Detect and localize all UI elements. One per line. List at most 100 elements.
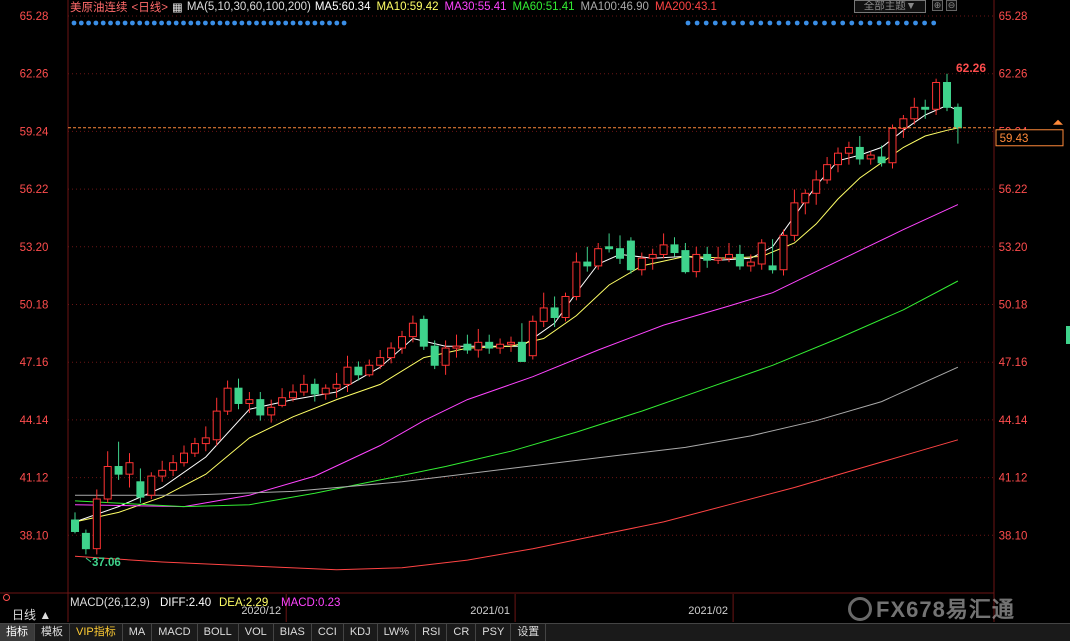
marker-dot-62	[904, 20, 909, 26]
ma-values: MA5:60.34 MA10:59.42 MA30:55.41 MA60:51.41 M…	[315, 1, 717, 13]
tab-10[interactable]: LW%	[378, 624, 417, 641]
marker-dot-1	[78, 20, 84, 26]
marker-dot-32	[305, 20, 310, 26]
macd-diff: DIFF:2.40	[160, 597, 211, 609]
y-tick-left-5: 50.18	[20, 300, 49, 312]
marker-dot-13	[166, 20, 172, 26]
candle-body-77	[910, 106, 919, 120]
ma-line-1	[74, 127, 959, 523]
tab-5[interactable]: BOLL	[198, 624, 239, 641]
tab-12[interactable]: CR	[447, 624, 477, 641]
candle-body-43	[539, 307, 548, 322]
marker-dot-7	[122, 20, 128, 26]
ma-value-5: MA200:43.1	[654, 1, 717, 13]
candle-body-75	[888, 127, 897, 164]
period-selector[interactable]: 日线 ▲	[12, 606, 51, 623]
tab-9[interactable]: KDJ	[344, 624, 378, 641]
candle-body-5	[125, 462, 134, 475]
marker-dot-33	[312, 20, 318, 26]
marker-dot-34	[319, 20, 325, 26]
theme-selector-button[interactable]: 全部主题▼	[854, 0, 926, 13]
marker-dot-28	[276, 20, 281, 26]
candle-body-53	[648, 253, 657, 259]
marker-dot-16	[188, 20, 194, 26]
ma-value-1: MA10:59.42	[376, 1, 439, 13]
candle-body-69	[823, 164, 832, 181]
marker-dot-43	[731, 20, 736, 26]
candle-body-29	[387, 347, 396, 359]
tab-11[interactable]: RSI	[416, 624, 448, 641]
candle-body-9	[169, 462, 178, 471]
candle-body-55	[670, 244, 679, 254]
candle-body-25	[343, 366, 352, 385]
candle-body-60	[725, 253, 733, 259]
watermark-text: FX678易汇通	[876, 597, 1015, 622]
marker-dot-27	[268, 20, 274, 26]
period-tag[interactable]: <日线>	[132, 0, 168, 15]
tab-4[interactable]: MACD	[152, 624, 198, 641]
candle-body-18	[267, 406, 276, 416]
candle-body-45	[561, 295, 570, 318]
candle-body-64	[768, 265, 777, 271]
candle-body-30	[398, 336, 406, 349]
candle-body-41	[517, 341, 526, 362]
candle-body-35	[452, 345, 461, 349]
zoom-in-button[interactable]: ⊕	[932, 0, 943, 11]
tab-2[interactable]: VIP指标	[70, 624, 123, 641]
marker-dot-41	[712, 20, 718, 26]
ma-settings-icon[interactable]: ▦	[172, 0, 183, 14]
candle-body-12	[201, 437, 210, 445]
tab-7[interactable]: BIAS	[274, 624, 312, 641]
candle-body-16	[245, 399, 254, 404]
candle-body-42	[528, 320, 537, 357]
y-tick-left-1: 62.26	[20, 69, 49, 81]
candle-body-22	[310, 383, 319, 395]
side-indicator[interactable]	[1066, 326, 1070, 344]
zoom-out-button[interactable]: ⊖	[946, 0, 957, 11]
candle-body-54	[659, 244, 668, 255]
marker-dot-17	[195, 20, 201, 26]
indicator-tabbar: 指标 模板 VIP指标 MA MACD BOLL VOL BIAS CCI KDJ LW% RSI CR…	[0, 623, 1070, 641]
y-tick-right-3: 56.22	[999, 184, 1028, 196]
candle-body-24	[332, 383, 341, 389]
tab-8[interactable]: CCI	[312, 624, 344, 641]
candle-body-39	[496, 343, 505, 349]
candle-body-23	[321, 387, 330, 395]
candle-body-20	[289, 391, 297, 399]
tab-1[interactable]: 模板	[35, 624, 70, 641]
candle-body-76	[899, 118, 908, 129]
marker-dot-5	[108, 20, 113, 26]
candle-body-78	[921, 106, 930, 110]
y-tick-left-0: 65.28	[20, 11, 49, 23]
candle-body-0	[71, 519, 79, 532]
candlestick-chart[interactable]: 65.2865.2862.2662.2659.2459.2456.2256.22…	[0, 0, 1070, 641]
tab-6[interactable]: VOL	[239, 624, 274, 641]
marker-dot-46	[758, 20, 764, 26]
marker-dot-64	[922, 20, 927, 26]
candle-body-40	[507, 341, 515, 345]
x-label-2: 2021/02	[688, 605, 728, 617]
candle-body-2	[92, 498, 101, 550]
candle-body-46	[572, 261, 581, 297]
candle-body-10	[180, 452, 188, 464]
tab-14[interactable]: 设置	[511, 624, 547, 641]
marker-dot-30	[290, 20, 296, 26]
y-tick-right-4: 53.20	[999, 242, 1028, 254]
candle-body-68	[812, 179, 821, 194]
tab-0[interactable]: 指标	[0, 624, 35, 641]
ma-value-0: MA5:60.34	[314, 1, 371, 13]
macd-dea: DEA:2.29	[219, 597, 268, 609]
marker-dot-21	[224, 20, 230, 26]
tab-3[interactable]: MA	[123, 624, 153, 641]
candle-body-73	[866, 154, 875, 160]
y-tick-right-1: 62.26	[999, 69, 1028, 81]
marker-dot-18	[203, 20, 208, 26]
marker-dot-26	[261, 20, 267, 26]
marker-dot-49	[785, 20, 791, 26]
marker-dot-25	[254, 20, 259, 26]
marker-dot-0	[71, 20, 77, 26]
tab-13[interactable]: PSY	[476, 624, 512, 641]
candle-body-52	[637, 257, 646, 271]
marker-dot-50	[794, 20, 800, 26]
candle-body-34	[441, 347, 450, 366]
